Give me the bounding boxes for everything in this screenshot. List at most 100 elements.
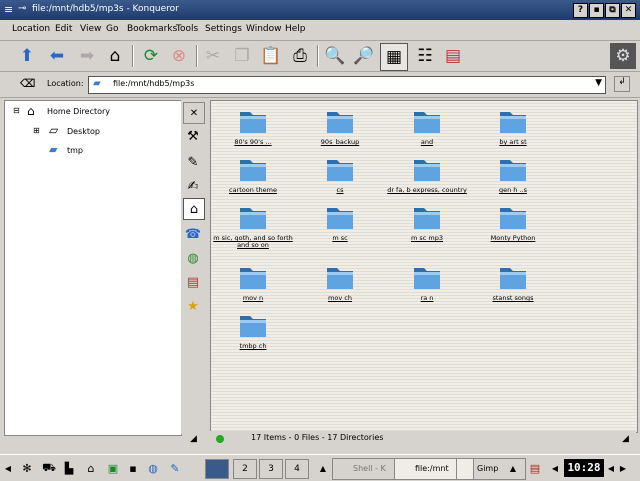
folder-item[interactable]: Monty Python bbox=[473, 201, 553, 242]
star-icon[interactable]: ★ bbox=[183, 296, 203, 316]
folder-item[interactable]: tmbp ch bbox=[213, 309, 293, 350]
menu-edit[interactable]: Edit bbox=[55, 24, 72, 34]
icon-view-icon[interactable]: ▦ bbox=[380, 43, 408, 71]
folder-icon: ▰ bbox=[93, 78, 101, 89]
help-button[interactable]: ? bbox=[573, 3, 588, 18]
menu-view[interactable]: View bbox=[80, 24, 101, 34]
desktop-1-button[interactable]: 1 bbox=[205, 459, 229, 479]
media-icon[interactable]: ▤ bbox=[183, 272, 203, 292]
folder-item[interactable]: 80's 90's ... bbox=[213, 105, 293, 146]
tree-item-home[interactable]: Home Directory bbox=[47, 107, 110, 116]
menu-window[interactable]: Window bbox=[246, 24, 282, 34]
back-icon[interactable]: ⬅ bbox=[44, 43, 70, 69]
scroll-left-icon[interactable]: ◀ bbox=[550, 459, 560, 477]
folder-item[interactable]: mov ch bbox=[300, 261, 380, 302]
folder-item[interactable]: and bbox=[387, 105, 467, 146]
folder-item[interactable]: m sc mp3 bbox=[387, 201, 467, 242]
sticky-icon[interactable]: ⊸ bbox=[18, 3, 26, 14]
paste-icon[interactable]: 📋 bbox=[258, 43, 284, 69]
editor-icon[interactable]: ✎ bbox=[166, 459, 184, 477]
menu-location[interactable]: Location bbox=[12, 24, 50, 34]
scroll-right-icon[interactable]: ▶ bbox=[618, 459, 628, 477]
menu-go[interactable]: Go bbox=[106, 24, 118, 34]
title-bar[interactable]: ≡ ⊸ file:/mnt/hdb5/mp3s - Konqueror ? ▪ … bbox=[0, 0, 640, 20]
scroll-left-icon[interactable]: ◀ bbox=[2, 459, 14, 477]
bookmark-icon[interactable]: ✎ bbox=[183, 152, 203, 172]
menu-settings[interactable]: Settings bbox=[205, 24, 242, 34]
status-bar: 17 Items - 0 Files - 17 Directories ◢ bbox=[210, 431, 636, 447]
shell-icon[interactable]: ▙ bbox=[60, 459, 78, 477]
folder-label: mov ch bbox=[328, 294, 352, 302]
window-title: file:/mnt/hdb5/mp3s - Konqueror bbox=[32, 4, 179, 14]
folder-item[interactable]: 90s_backup bbox=[300, 105, 380, 146]
tree-expander[interactable]: ⊟ bbox=[13, 106, 20, 115]
browser-globe-icon[interactable]: ◍ bbox=[144, 459, 162, 477]
folder-item[interactable]: dr fa, b express, country bbox=[387, 153, 467, 194]
folder-item[interactable]: stanst songs bbox=[473, 261, 553, 302]
copy-icon[interactable]: ❐ bbox=[229, 43, 255, 69]
folder-icon bbox=[500, 208, 526, 229]
desktop-3-button[interactable]: 3 bbox=[259, 459, 283, 479]
zoom-in-icon[interactable]: 🔍 bbox=[322, 43, 348, 69]
chevron-down-icon[interactable]: ▼ bbox=[595, 78, 602, 88]
folder-label: m sic, goth, and so forth and so on bbox=[213, 234, 293, 249]
monitor-icon[interactable]: ▪ bbox=[124, 459, 142, 477]
tree-expander[interactable]: ⊞ bbox=[33, 126, 40, 135]
tools-icon[interactable]: ⚒ bbox=[183, 126, 203, 146]
tree-view-icon[interactable]: ☷ bbox=[412, 43, 438, 69]
folder-item[interactable]: by art st bbox=[473, 105, 553, 146]
cut-icon[interactable]: ✂ bbox=[200, 43, 226, 69]
scroll-up-icon[interactable]: ▲ bbox=[318, 459, 328, 477]
desktop-2-button[interactable]: 2 bbox=[233, 459, 257, 479]
menu-tools[interactable]: Tools bbox=[176, 24, 198, 34]
close-sidebar-icon[interactable]: ✕ bbox=[183, 102, 205, 124]
konqueror-gear-icon[interactable]: ⚙ bbox=[610, 43, 636, 69]
home-icon[interactable]: ⌂ bbox=[102, 43, 128, 69]
minimize-button[interactable]: ▪ bbox=[589, 3, 604, 18]
tree-item-tmp[interactable]: tmp bbox=[67, 146, 83, 155]
resize-grip-icon[interactable]: ◢ bbox=[190, 434, 197, 444]
firewall-icon[interactable]: ▤ bbox=[440, 43, 466, 69]
close-button[interactable]: ✕ bbox=[621, 3, 636, 18]
folder-icon bbox=[414, 160, 440, 181]
folder-icon bbox=[327, 208, 353, 229]
folder-item[interactable]: cs bbox=[300, 153, 380, 194]
scroll-up-icon[interactable]: ▲ bbox=[508, 459, 518, 477]
menu-help[interactable]: Help bbox=[285, 24, 306, 34]
us-flag-icon[interactable]: ▤ bbox=[524, 459, 546, 477]
clock[interactable]: 10:28 bbox=[564, 459, 604, 477]
history-icon[interactable]: ✍ bbox=[183, 176, 203, 196]
folder-item[interactable]: m sc bbox=[300, 201, 380, 242]
terminal-icon[interactable]: ▣ bbox=[104, 459, 122, 477]
home-icon: ⌂ bbox=[27, 104, 35, 118]
directory-tree: ⊟ ⌂ Home Directory ⊞ ▱ Desktop ▰ tmp bbox=[4, 100, 182, 436]
print-icon[interactable]: ⎙ bbox=[287, 43, 313, 69]
window-menu-icon[interactable]: ≡ bbox=[4, 3, 13, 16]
home-icon[interactable]: ⌂ bbox=[82, 459, 100, 477]
globe-icon[interactable]: ◍ bbox=[183, 248, 203, 268]
zoom-out-icon[interactable]: 🔎 bbox=[351, 43, 377, 69]
folder-item[interactable]: cartoon theme bbox=[213, 153, 293, 194]
folder-item[interactable]: mov n bbox=[213, 261, 293, 302]
scroll-left-icon[interactable]: ◀ bbox=[606, 459, 616, 477]
up-icon[interactable]: ⬆ bbox=[14, 43, 40, 69]
stop-icon[interactable]: ⊗ bbox=[166, 43, 192, 69]
go-icon[interactable]: ↲ bbox=[614, 76, 630, 92]
maximize-button[interactable]: ⧉ bbox=[605, 3, 620, 18]
window-list-icon[interactable]: ⛟ bbox=[40, 459, 58, 477]
menu-bookmarks[interactable]: Bookmarks bbox=[127, 24, 177, 34]
k-menu-icon[interactable]: ✻ bbox=[18, 459, 36, 477]
reload-icon[interactable]: ⟳ bbox=[138, 43, 164, 69]
location-input[interactable]: ▰ file:/mnt/hdb5/mp3s ▼ bbox=[88, 76, 606, 94]
folder-item[interactable]: m sic, goth, and so forth and so on bbox=[213, 201, 293, 249]
desktop-4-button[interactable]: 4 bbox=[285, 459, 309, 479]
folder-item[interactable]: ra n bbox=[387, 261, 467, 302]
folder-icon bbox=[240, 112, 266, 133]
clear-location-icon[interactable]: ⌫ bbox=[20, 77, 36, 90]
folder-item[interactable]: gen h ..s bbox=[473, 153, 553, 194]
home-tab-icon[interactable]: ⌂ bbox=[183, 198, 205, 220]
resize-grip-icon[interactable]: ◢ bbox=[622, 434, 629, 444]
network-icon[interactable]: ☎ bbox=[183, 224, 203, 244]
tree-item-desktop[interactable]: Desktop bbox=[67, 127, 100, 136]
forward-icon[interactable]: ➡ bbox=[74, 43, 100, 69]
